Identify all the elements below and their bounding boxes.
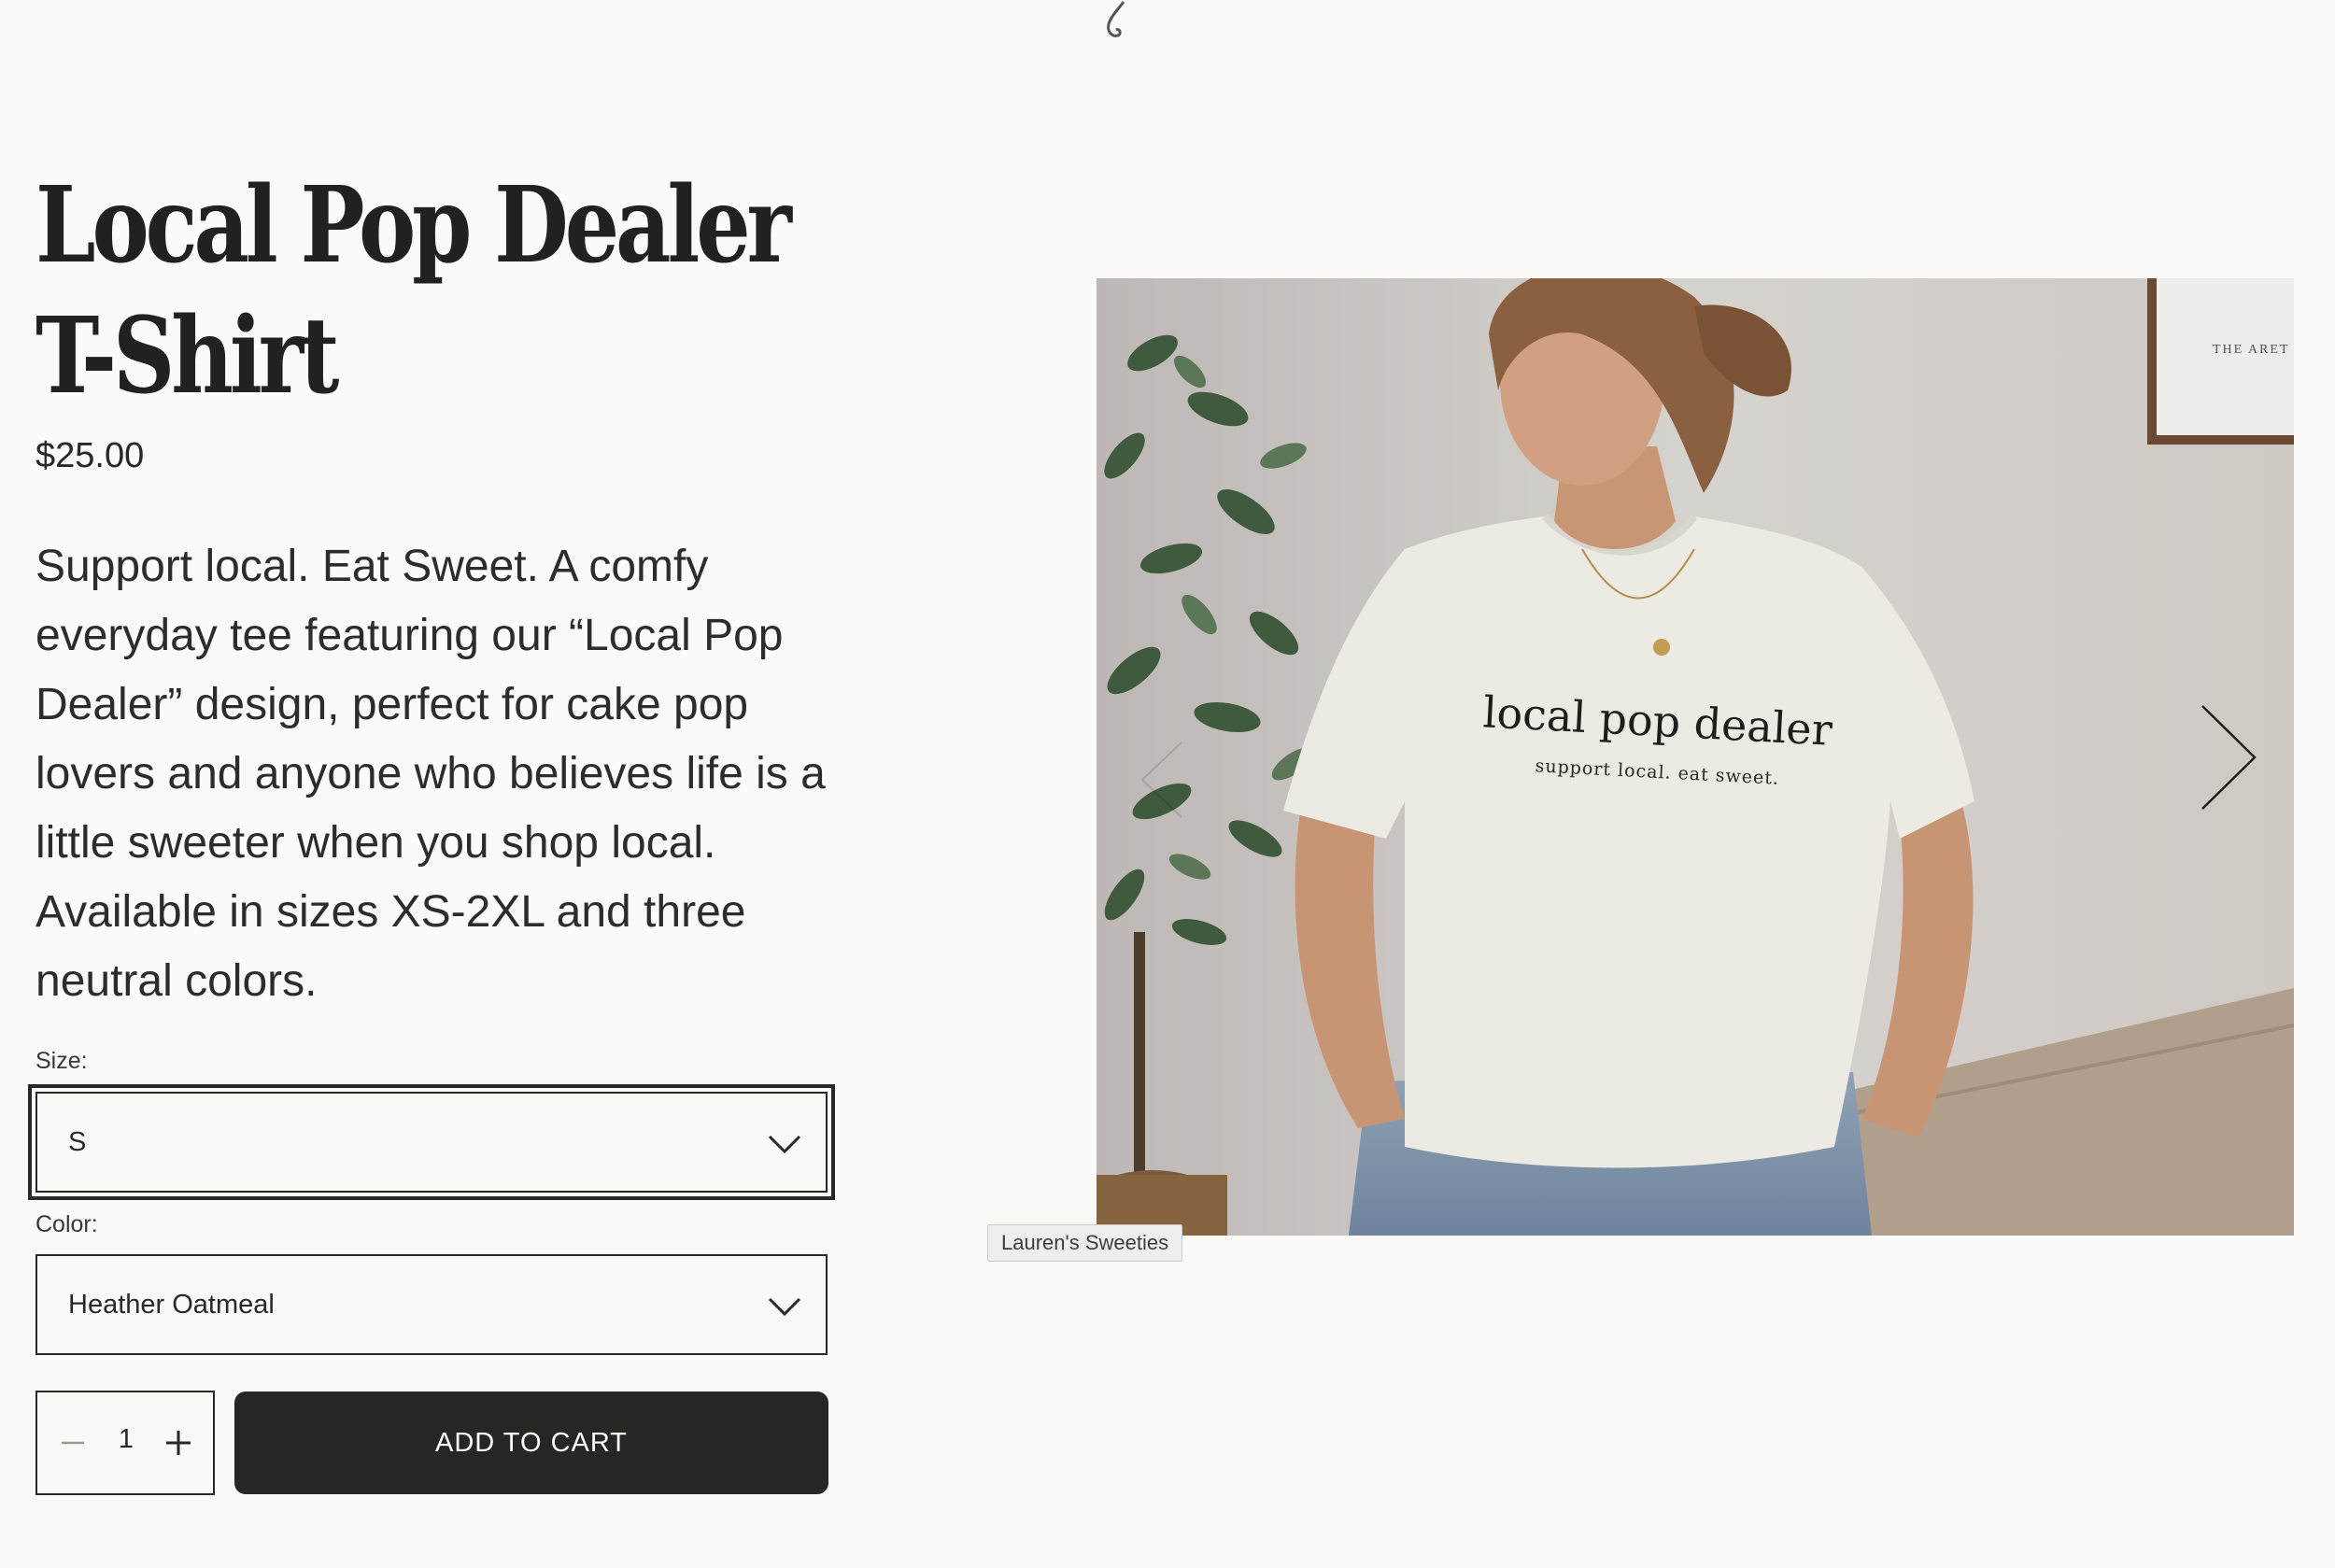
chevron-down-icon	[768, 1297, 801, 1317]
chevron-down-icon	[768, 1135, 801, 1154]
color-select[interactable]: Heather Oatmeal	[35, 1254, 828, 1355]
size-select-value: S	[68, 1126, 87, 1157]
color-label: Color:	[35, 1211, 98, 1237]
size-select[interactable]: S	[28, 1084, 835, 1200]
product-title: Local Pop Dealer T-Shirt	[35, 164, 792, 417]
quantity-value[interactable]: 1	[112, 1424, 140, 1455]
frame-text: THE ARET	[2213, 343, 2290, 357]
chevron-left-icon[interactable]	[1135, 738, 1191, 822]
add-to-cart-button[interactable]: ADD TO CART	[234, 1391, 828, 1494]
chevron-right-icon[interactable]	[2195, 702, 2260, 812]
size-label: Size:	[35, 1048, 88, 1074]
image-tooltip: Lauren's Sweeties	[987, 1224, 1183, 1262]
product-description: Support local. Eat Sweet. A comfy everyd…	[35, 542, 826, 1006]
logo-swash-icon	[1107, 1, 1125, 37]
product-price: $25.00	[35, 436, 145, 475]
product-photo: THE ARET local pop dealer support local.…	[1097, 278, 2294, 1236]
color-select-value: Heather Oatmeal	[68, 1289, 275, 1320]
minus-icon[interactable]	[50, 1420, 93, 1465]
quantity-stepper: 1	[35, 1391, 215, 1495]
plus-icon[interactable]	[157, 1420, 200, 1465]
